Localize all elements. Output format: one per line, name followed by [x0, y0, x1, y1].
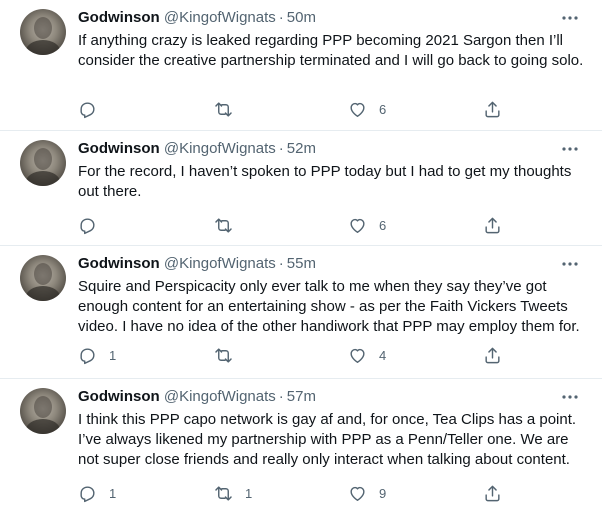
share-button[interactable] — [483, 483, 502, 503]
tweet[interactable]: Godwinson @KingofWignats · 57m I think thi… — [0, 379, 602, 508]
avatar[interactable] — [20, 9, 66, 55]
username[interactable]: @KingofWignats — [164, 255, 276, 272]
tweet[interactable]: Godwinson @KingofWignats · 52m For the rec… — [0, 131, 602, 246]
share-icon — [483, 100, 502, 119]
share-icon — [483, 484, 502, 503]
like-icon — [348, 484, 367, 503]
display-name[interactable]: Godwinson — [78, 388, 160, 405]
tweet-actions: 6 — [78, 99, 518, 119]
tweet-actions: 1 4 — [78, 345, 518, 365]
username[interactable]: @KingofWignats — [164, 9, 276, 26]
display-name[interactable]: Godwinson — [78, 9, 160, 26]
separator-dot: · — [278, 140, 284, 157]
retweet-button[interactable]: 1 — [214, 483, 252, 503]
tweet-header: Godwinson @KingofWignats · 52m — [78, 139, 316, 159]
like-button[interactable]: 6 — [348, 99, 386, 119]
share-icon — [483, 216, 502, 235]
like-count: 6 — [379, 101, 387, 117]
separator-dot: · — [278, 255, 284, 272]
share-icon — [483, 346, 502, 365]
like-icon — [348, 100, 367, 119]
tweet-text: I think this PPP capo network is gay af … — [78, 411, 577, 468]
separator-dot: · — [278, 388, 284, 405]
tweet-text: For the record, I haven’t spoken to PPP … — [78, 163, 572, 200]
reply-icon — [78, 346, 97, 365]
like-icon — [348, 346, 367, 365]
avatar[interactable] — [20, 140, 66, 186]
like-count: 4 — [379, 347, 387, 363]
retweet-button[interactable] — [214, 215, 245, 235]
timestamp[interactable]: 57m — [287, 388, 316, 405]
display-name[interactable]: Godwinson — [78, 140, 160, 157]
retweet-icon — [214, 346, 233, 365]
timestamp[interactable]: 52m — [287, 140, 316, 157]
reply-button[interactable]: 1 — [78, 345, 116, 365]
more-icon[interactable] — [560, 254, 580, 274]
reply-count: 1 — [109, 485, 117, 501]
separator-dot: · — [278, 9, 284, 26]
display-name[interactable]: Godwinson — [78, 255, 160, 272]
tweet-feed: Godwinson @KingofWignats · 50m If anything… — [0, 0, 602, 508]
retweet-icon — [214, 100, 233, 119]
reply-button[interactable]: 1 — [78, 483, 116, 503]
retweet-count: 1 — [245, 485, 253, 501]
timestamp[interactable]: 50m — [287, 9, 316, 26]
retweet-icon — [214, 484, 233, 503]
like-count: 9 — [379, 485, 387, 501]
timestamp[interactable]: 55m — [287, 255, 316, 272]
share-button[interactable] — [483, 345, 502, 365]
more-icon[interactable] — [560, 8, 580, 28]
avatar[interactable] — [20, 255, 66, 301]
reply-count: 1 — [109, 347, 117, 363]
like-count: 6 — [379, 217, 387, 233]
retweet-icon — [214, 216, 233, 235]
retweet-button[interactable] — [214, 99, 245, 119]
like-icon — [348, 216, 367, 235]
tweet-header: Godwinson @KingofWignats · 55m — [78, 254, 316, 274]
avatar[interactable] — [20, 388, 66, 434]
tweet-header: Godwinson @KingofWignats · 57m — [78, 387, 316, 407]
share-button[interactable] — [483, 215, 502, 235]
tweet[interactable]: Godwinson @KingofWignats · 50m If anything… — [0, 0, 602, 131]
more-icon[interactable] — [560, 387, 580, 407]
reply-icon — [78, 216, 97, 235]
reply-icon — [78, 100, 97, 119]
like-button[interactable]: 4 — [348, 345, 386, 365]
more-icon[interactable] — [560, 139, 580, 159]
tweet-header: Godwinson @KingofWignats · 50m — [78, 8, 316, 28]
username[interactable]: @KingofWignats — [164, 388, 276, 405]
tweet-text: Squire and Perspicacity only ever talk t… — [78, 278, 580, 335]
reply-button[interactable] — [78, 215, 109, 235]
share-button[interactable] — [483, 99, 502, 119]
username[interactable]: @KingofWignats — [164, 140, 276, 157]
tweet-actions: 1 1 9 — [78, 483, 518, 503]
tweet-actions: 6 — [78, 215, 518, 235]
reply-icon — [78, 484, 97, 503]
retweet-button[interactable] — [214, 345, 245, 365]
tweet[interactable]: Godwinson @KingofWignats · 55m Squire and … — [0, 246, 602, 379]
tweet-text: If anything crazy is leaked regarding PP… — [78, 32, 584, 69]
reply-button[interactable] — [78, 99, 109, 119]
like-button[interactable]: 9 — [348, 483, 386, 503]
like-button[interactable]: 6 — [348, 215, 386, 235]
